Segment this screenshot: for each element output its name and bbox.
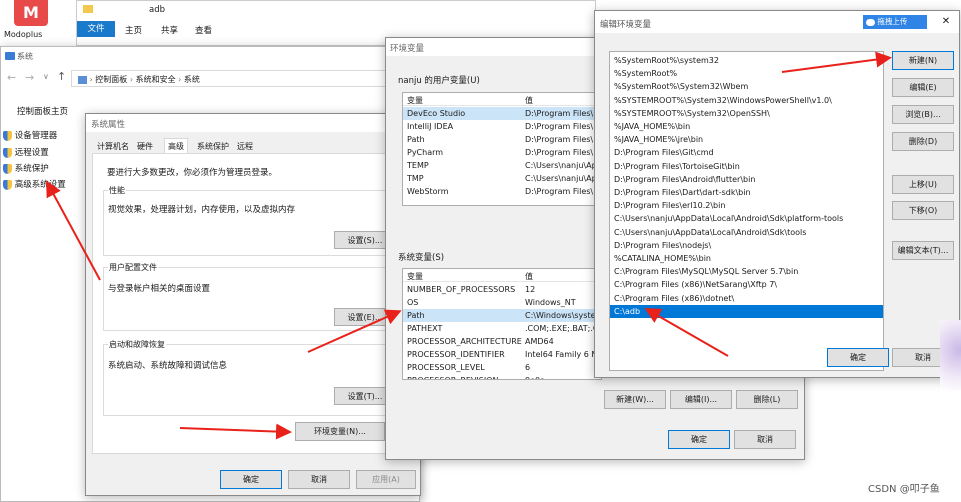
arrow-to-env-button: [179, 423, 292, 440]
arrow-to-advanced-settings: [46, 180, 101, 281]
arrow-to-new-path: [781, 51, 892, 73]
watermark: CSDN @叩子鱼: [868, 484, 940, 495]
annotation-arrows: [46, 51, 892, 440]
arrow-to-adb-path: [644, 308, 729, 357]
arrow-to-path-var: [307, 309, 402, 353]
